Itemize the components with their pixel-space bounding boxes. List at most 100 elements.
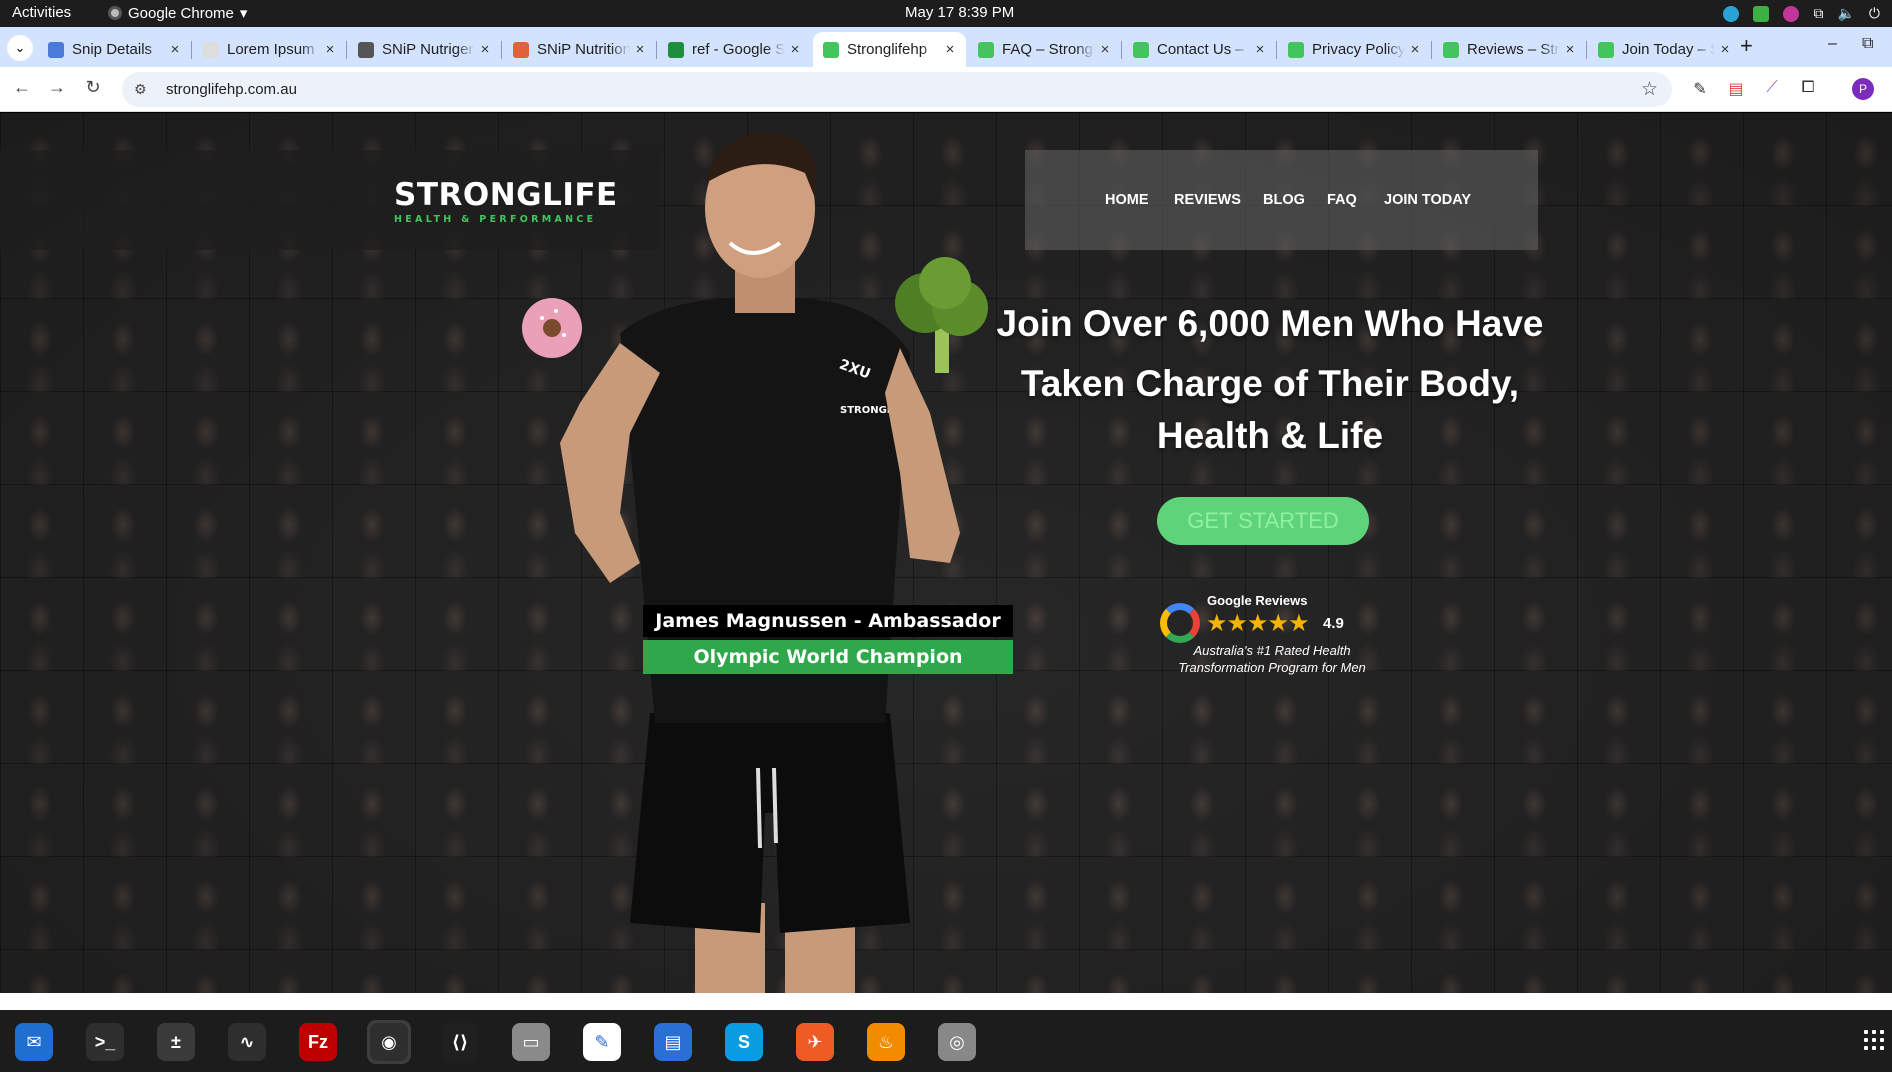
tab-close-icon[interactable]: ×	[630, 41, 650, 58]
browser-tab[interactable]: ref - Google Sheets×	[658, 32, 811, 67]
clock[interactable]: May 17 8:39 PM	[905, 4, 1014, 21]
tab-close-icon[interactable]: ×	[320, 41, 340, 58]
rating-stars-icon: ★★★★★	[1206, 610, 1310, 637]
nav-home[interactable]: HOME	[1105, 192, 1149, 208]
files-dock-icon[interactable]: ▭	[509, 1020, 553, 1064]
tab-separator	[501, 41, 502, 59]
power-icon[interactable]: ⏻	[1869, 5, 1880, 22]
reload-icon[interactable]: ↻	[81, 77, 105, 98]
libreoffice-writer-dock-icon[interactable]: ▤	[651, 1020, 695, 1064]
tab-title: Privacy Policy	[1312, 41, 1405, 58]
profile-avatar[interactable]: P	[1852, 78, 1874, 100]
tab-title: Reviews – Stronglife	[1467, 41, 1560, 58]
app-flame-icon: ♨	[867, 1023, 905, 1061]
tab-separator	[191, 41, 192, 59]
skype-dock-icon[interactable]: S	[722, 1020, 766, 1064]
black-shorts	[630, 713, 910, 933]
get-started-button[interactable]: GET STARTED	[1157, 497, 1369, 545]
minimize-icon[interactable]: –	[1828, 35, 1837, 53]
webpage: STRONGLIFE HEALTH & PERFORMANCE HOME REV…	[0, 113, 1892, 993]
tab-favicon-icon	[48, 41, 64, 58]
extensions-puzzle-icon[interactable]: ⧠	[1798, 79, 1818, 99]
browser-tab[interactable]: Lorem Ipsum ×	[193, 32, 346, 67]
filezilla-dock-icon[interactable]: Fz	[296, 1020, 340, 1064]
tab-close-icon[interactable]: ×	[785, 41, 805, 58]
tab-close-icon[interactable]: ×	[165, 41, 185, 58]
tab-separator	[346, 41, 347, 59]
browser-tab[interactable]: Privacy Policy ×	[1278, 32, 1431, 67]
browser-tab[interactable]: FAQ – Stronglife×	[968, 32, 1121, 67]
tab-favicon-icon	[978, 41, 994, 58]
tab-close-icon[interactable]: ×	[1095, 41, 1115, 58]
tab-separator	[656, 41, 657, 59]
tab-separator	[1276, 41, 1277, 59]
back-icon[interactable]: ←	[10, 77, 34, 98]
skype-icon: S	[725, 1023, 763, 1061]
system-monitor-dock-icon[interactable]: ∿	[225, 1020, 269, 1064]
tab-search-button[interactable]: ⌄	[7, 35, 33, 61]
postman-icon: ✈	[796, 1023, 834, 1061]
tray-app-icon[interactable]	[1723, 5, 1740, 22]
tab-close-icon[interactable]: ×	[475, 41, 495, 58]
chrome-app-icon	[108, 6, 122, 20]
reviews-tagline: Australia's #1 Rated Health Transformati…	[1157, 642, 1387, 676]
ambassador-caption: James Magnussen - Ambassador	[643, 605, 1013, 637]
hero-headline: Join Over 6,000 Men Who Have Taken Charg…	[960, 298, 1580, 462]
bookmark-star-icon[interactable]: ☆	[1641, 78, 1658, 101]
nav-blog[interactable]: BLOG	[1263, 192, 1305, 208]
browser-tab[interactable]: Stronglifehp ×	[813, 32, 966, 67]
tab-favicon-icon	[1288, 41, 1304, 58]
extension-icon[interactable]: ▤	[1726, 79, 1746, 99]
tray-check-icon[interactable]	[1753, 5, 1770, 22]
google-reviews-badge[interactable]: Google Reviews ★★★★★ 4.9 Australia's #1 …	[1157, 593, 1387, 683]
tab-title: Join Today – Stronglife	[1622, 41, 1715, 58]
url-text[interactable]: stronglifehp.com.au	[166, 81, 297, 98]
page-bottom-strip	[0, 993, 1892, 1010]
forward-icon[interactable]: →	[45, 77, 69, 98]
postman-dock-icon[interactable]: ✈	[793, 1020, 837, 1064]
text-editor-dock-icon[interactable]: ✎	[580, 1020, 624, 1064]
browser-tab[interactable]: Reviews – Stronglife×	[1433, 32, 1586, 67]
pen-extension-icon[interactable]: ⟋	[1762, 79, 1782, 99]
app-menu[interactable]: Google Chrome ▾	[108, 4, 247, 22]
nav-join-today[interactable]: JOIN TODAY	[1384, 192, 1471, 208]
tab-close-icon[interactable]: ×	[940, 41, 960, 58]
terminal-dock-icon[interactable]: >_	[83, 1020, 127, 1064]
disk-utility-icon: ◎	[938, 1023, 976, 1061]
system-tray: ⧉ 🔈 ⏻	[1723, 5, 1880, 22]
address-bar[interactable]: ⚙ stronglifehp.com.au ☆	[122, 72, 1672, 107]
browser-tab[interactable]: SNiP Nutrition ×	[503, 32, 656, 67]
nav-faq[interactable]: FAQ	[1327, 192, 1357, 208]
thunderbird-dock-icon[interactable]: ✉	[12, 1020, 56, 1064]
vscode-dock-icon[interactable]: ⟨⟩	[438, 1020, 482, 1064]
tab-close-icon[interactable]: ×	[1405, 41, 1425, 58]
disk-utility-dock-icon[interactable]: ◎	[935, 1020, 979, 1064]
site-info-icon[interactable]: ⚙	[134, 81, 154, 98]
volume-icon[interactable]: 🔈	[1837, 5, 1854, 22]
caret-down-icon: ▾	[239, 5, 248, 22]
chrome-dock-icon[interactable]: ◉	[367, 1020, 411, 1064]
tab-close-icon[interactable]: ×	[1560, 41, 1580, 58]
nav-reviews[interactable]: REVIEWS	[1174, 192, 1241, 208]
network-icon[interactable]: ⧉	[1813, 5, 1823, 22]
browser-tab[interactable]: SNiP Nutrigenomics×	[348, 32, 501, 67]
browser-tab[interactable]: Contact Us – Stronglife×	[1123, 32, 1276, 67]
main-nav: HOME REVIEWS BLOG FAQ JOIN TODAY	[1025, 150, 1538, 250]
eyedropper-extension-icon[interactable]: ✎	[1690, 79, 1710, 99]
calculator-dock-icon[interactable]: ±	[154, 1020, 198, 1064]
tray-color-icon[interactable]	[1783, 5, 1800, 22]
app-flame-dock-icon[interactable]: ♨	[864, 1020, 908, 1064]
browser-tab[interactable]: Snip Details ×	[38, 32, 191, 67]
tab-close-icon[interactable]: ×	[1250, 41, 1270, 58]
reviews-tagline-line1: Australia's #1 Rated Health	[1193, 643, 1351, 658]
new-tab-button[interactable]: +	[1740, 33, 1753, 59]
activities-button[interactable]: Activities	[12, 4, 71, 21]
browser-tab[interactable]: Join Today – Stronglife×	[1588, 32, 1741, 67]
app-menu-label: Google Chrome	[128, 4, 234, 22]
libreoffice-writer-icon: ▤	[654, 1023, 692, 1061]
tab-close-icon[interactable]: ×	[1715, 41, 1735, 58]
thunderbird-icon: ✉	[15, 1023, 53, 1061]
show-apps-icon[interactable]	[1864, 1030, 1884, 1050]
tab-title: Lorem Ipsum	[227, 41, 315, 58]
restore-icon[interactable]: ⧉	[1862, 35, 1873, 53]
